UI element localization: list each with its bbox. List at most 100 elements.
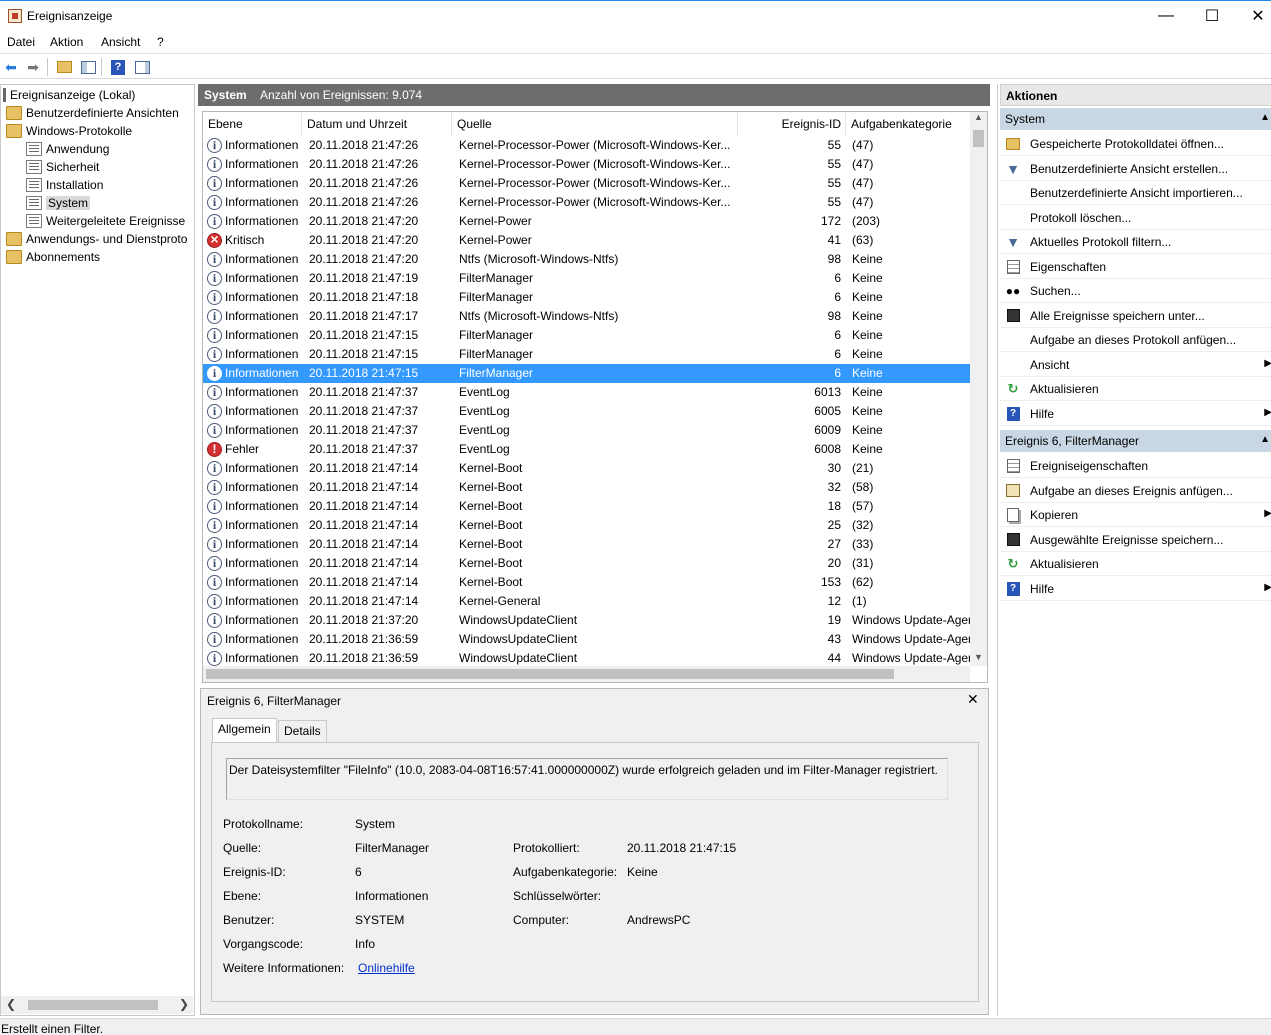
events-horizontal-scrollbar[interactable] [203,666,970,682]
action-event-item[interactable]: Ausgewählte Ereignisse speichern... [1000,528,1271,552]
table-row[interactable]: Informationen 20.11.2018 21:47:18 FilterMa… [203,288,971,307]
action-system-item[interactable]: Protokoll löschen... [1000,206,1271,230]
table-row[interactable]: Informationen 20.11.2018 21:47:15 FilterMa… [203,364,971,383]
tree-app-service-logs[interactable]: Anwendungs- und Dienstproto [6,230,187,248]
scroll-right-icon[interactable]: ❯ [179,997,189,1011]
action-event-item[interactable]: ? Hilfe ▶ [1000,577,1271,601]
table-row[interactable]: Informationen 20.11.2018 21:47:14 Kernel-G… [203,592,971,611]
table-row[interactable]: Informationen 20.11.2018 21:47:14 Kernel-B… [203,554,971,573]
table-row[interactable]: Informationen 20.11.2018 21:47:19 FilterMa… [203,269,971,288]
tree-subscriptions[interactable]: Abonnements [6,248,100,266]
close-icon[interactable]: ✕ [967,691,979,708]
table-row[interactable]: Informationen 20.11.2018 21:47:14 Kernel-B… [203,535,971,554]
close-button[interactable]: ✕ [1235,1,1271,31]
table-row[interactable]: Informationen 20.11.2018 21:47:26 Kernel-P… [203,155,971,174]
tree-custom-views[interactable]: Benutzerdefinierte Ansichten [6,104,179,122]
action-system-item[interactable]: Eigenschaften [1000,255,1271,279]
table-row[interactable]: Informationen 20.11.2018 21:37:20 WindowsU… [203,611,972,630]
action-system-item[interactable]: ▼ Aktuelles Protokoll filtern... [1000,230,1271,254]
column-header-source[interactable]: Quelle [452,112,738,136]
scrollbar-thumb[interactable] [206,669,894,679]
submenu-arrow-icon: ▶ [1264,406,1271,418]
show-tree-icon[interactable] [79,58,97,76]
table-row[interactable]: Fehler 20.11.2018 21:47:37 EventLog 6008 Kei… [203,440,971,459]
scroll-up-icon[interactable]: ▲ [974,112,983,122]
tree-windows-logs[interactable]: Windows-Protokolle [6,122,132,140]
tree-log-installation[interactable]: Installation [26,176,103,194]
help-icon[interactable]: ? [109,58,127,76]
actions-section-system[interactable]: System ▲ [1000,108,1271,130]
scroll-down-icon[interactable]: ▼ [974,652,983,662]
action-system-item[interactable]: ? Hilfe ▶ [1000,402,1271,426]
action-system-item[interactable]: ↻ Aktualisieren [1000,377,1271,401]
tree-root-local[interactable]: Ereignisanzeige (Lokal) [3,86,135,104]
column-header-level[interactable]: Ebene [203,112,302,136]
table-row[interactable]: Informationen 20.11.2018 21:47:20 Kernel-P… [203,212,971,231]
tree-log-anwendung[interactable]: Anwendung [26,140,109,158]
online-help-link[interactable]: Onlinehilfe [358,961,415,975]
action-system-item[interactable]: Gespeicherte Protokolldatei öffnen... [1000,132,1271,156]
cell-source: Kernel-Processor-Power (Microsoft-Window… [459,195,731,209]
collapse-up-icon[interactable]: ▲ [1260,434,1270,445]
table-row[interactable]: Kritisch 20.11.2018 21:47:20 Kernel-Power 4… [203,231,971,250]
table-row[interactable]: Informationen 20.11.2018 21:47:26 Kernel-P… [203,136,971,155]
tab-allgemein[interactable]: Allgemein [212,718,277,742]
up-folder-icon[interactable] [55,58,73,76]
action-event-item[interactable]: Kopieren ▶ [1000,503,1271,527]
actions-section-event[interactable]: Ereignis 6, FilterManager ▲ [1000,430,1271,452]
tree-log-forwarded[interactable]: Weitergeleitete Ereignisse [26,212,185,230]
table-row[interactable]: Informationen 20.11.2018 21:47:26 Kernel-P… [203,193,971,212]
menu-help[interactable]: ? [157,35,164,49]
table-row[interactable]: Informationen 20.11.2018 21:47:37 EventLog… [203,421,971,440]
show-action-pane-icon[interactable] [133,58,151,76]
table-row[interactable]: Informationen 20.11.2018 21:47:14 Kernel-B… [203,497,971,516]
action-system-item[interactable]: ●● Suchen... [1000,279,1271,303]
column-header-date[interactable]: Datum und Uhrzeit [302,112,452,136]
scrollbar-thumb[interactable] [28,1000,158,1010]
event-message[interactable]: Der Dateisystemfilter "FileInfo" (10.0, … [226,758,948,800]
action-event-item[interactable]: ↻ Aktualisieren [1000,552,1271,576]
scroll-left-icon[interactable]: ❮ [6,997,16,1011]
action-system-item[interactable]: Aufgabe an dieses Protokoll anfügen... [1000,328,1271,352]
minimize-button[interactable]: — [1143,1,1189,31]
table-row[interactable]: Informationen 20.11.2018 21:47:26 Kernel-P… [203,174,971,193]
action-label: Hilfe [1030,406,1055,421]
table-row[interactable]: Informationen 20.11.2018 21:47:14 Kernel-B… [203,478,971,497]
maximize-button[interactable]: ☐ [1189,1,1235,31]
cell-event-id: 6 [834,366,841,380]
scrollbar-thumb[interactable] [973,130,984,147]
menu-aktion[interactable]: Aktion [50,35,83,49]
action-system-item[interactable]: Benutzerdefinierte Ansicht importieren..… [1000,181,1271,205]
action-event-item[interactable]: Aufgabe an dieses Ereignis anfügen... [1000,479,1271,503]
table-row[interactable]: Informationen 20.11.2018 21:47:37 EventLog… [203,402,971,421]
table-row[interactable]: Informationen 20.11.2018 21:47:20 Ntfs (Mi… [203,250,971,269]
cell-event-id: 55 [827,157,841,171]
events-vertical-scrollbar[interactable]: ▲ ▼ [970,112,987,666]
menu-datei[interactable]: Datei [7,35,35,49]
action-event-item[interactable]: Ereigniseigenschaften [1000,454,1271,478]
table-row[interactable]: Informationen 20.11.2018 21:47:17 Ntfs (Mi… [203,307,971,326]
column-header-event-id[interactable]: Ereignis-ID [738,112,846,136]
tree-horizontal-scrollbar[interactable]: ❮ ❯ [1,996,193,1014]
menu-ansicht[interactable]: Ansicht [101,35,140,49]
cell-event-id: 43 [827,632,841,646]
collapse-up-icon[interactable]: ▲ [1260,112,1270,123]
table-row[interactable]: Informationen 20.11.2018 21:36:59 WindowsU… [203,630,972,649]
cell-date: 20.11.2018 21:47:14 [309,480,419,494]
table-row[interactable]: Informationen 20.11.2018 21:47:14 Kernel-B… [203,459,971,478]
column-header-task-category[interactable]: Aufgabenkategorie [846,112,976,136]
table-row[interactable]: Informationen 20.11.2018 21:47:15 FilterMa… [203,345,971,364]
action-system-item[interactable]: ▼ Benutzerdefinierte Ansicht erstellen... [1000,157,1271,181]
tree-log-system[interactable]: System [26,194,91,212]
action-system-item[interactable]: Alle Ereignisse speichern unter... [1000,304,1271,328]
table-row[interactable]: Informationen 20.11.2018 21:47:14 Kernel-B… [203,516,971,535]
action-system-item[interactable]: Ansicht ▶ [1000,353,1271,377]
information-icon [207,157,222,172]
table-row[interactable]: Informationen 20.11.2018 21:47:37 EventLog… [203,383,971,402]
table-row[interactable]: Informationen 20.11.2018 21:47:14 Kernel-B… [203,573,971,592]
table-row[interactable]: Informationen 20.11.2018 21:47:15 FilterMa… [203,326,971,345]
back-arrow-icon[interactable]: ⬅ [2,58,20,76]
tab-details[interactable]: Details [278,720,327,742]
forward-arrow-icon[interactable]: ➡ [24,58,42,76]
tree-log-sicherheit[interactable]: Sicherheit [26,158,99,176]
